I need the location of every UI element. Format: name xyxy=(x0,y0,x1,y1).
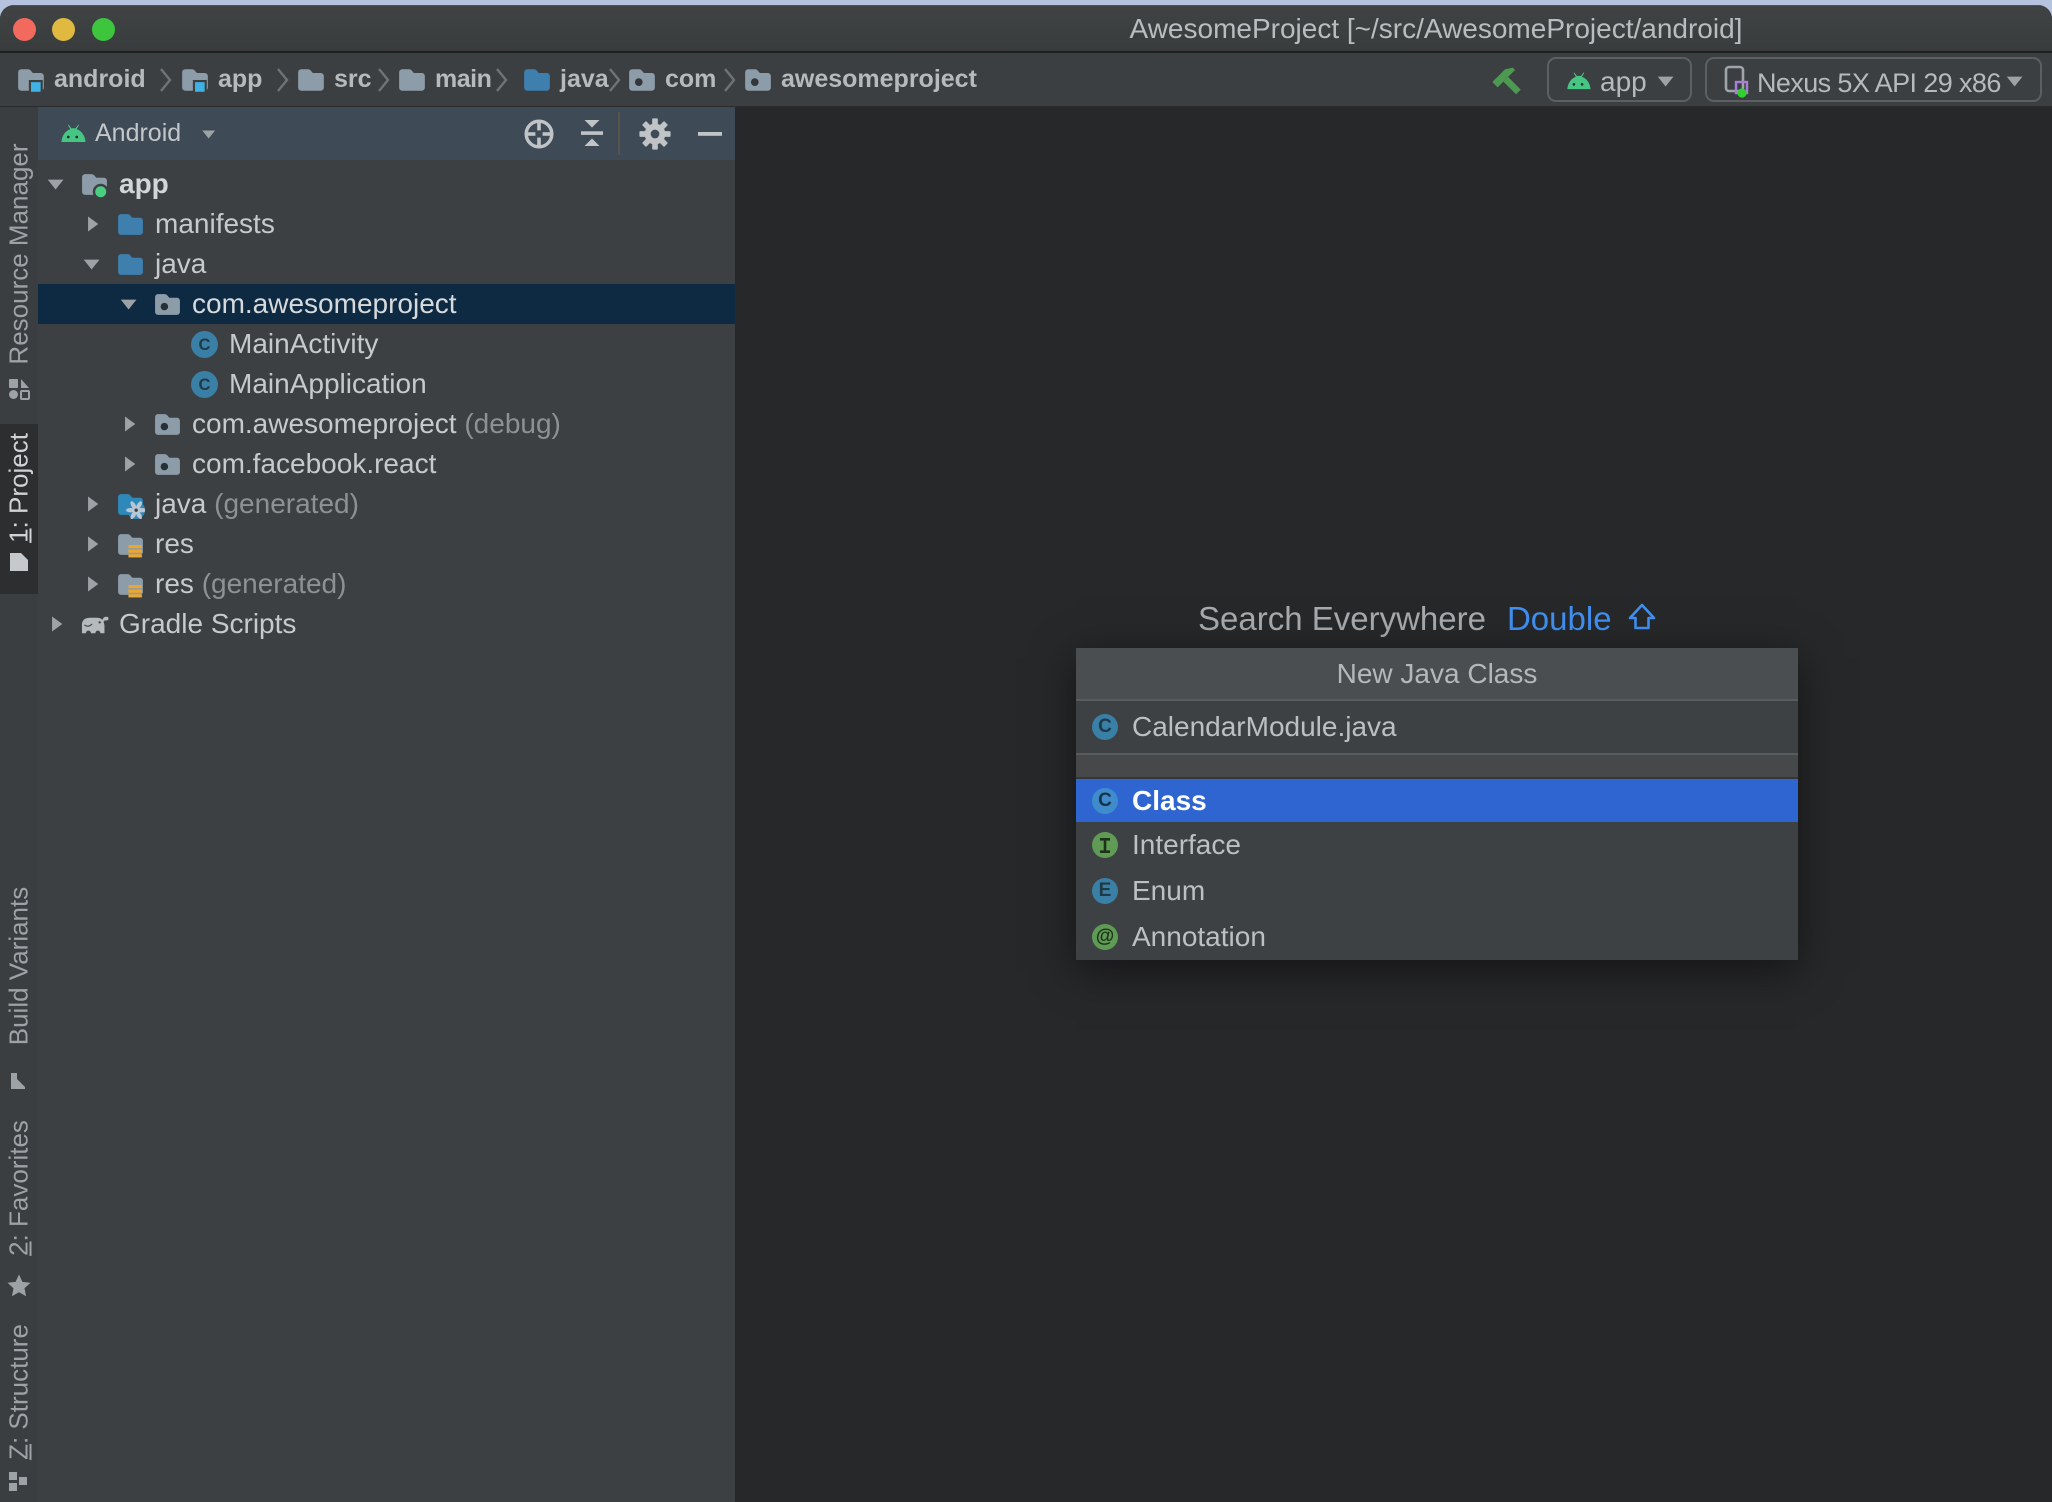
svg-text:C: C xyxy=(199,335,211,354)
svg-text:C: C xyxy=(199,375,211,394)
